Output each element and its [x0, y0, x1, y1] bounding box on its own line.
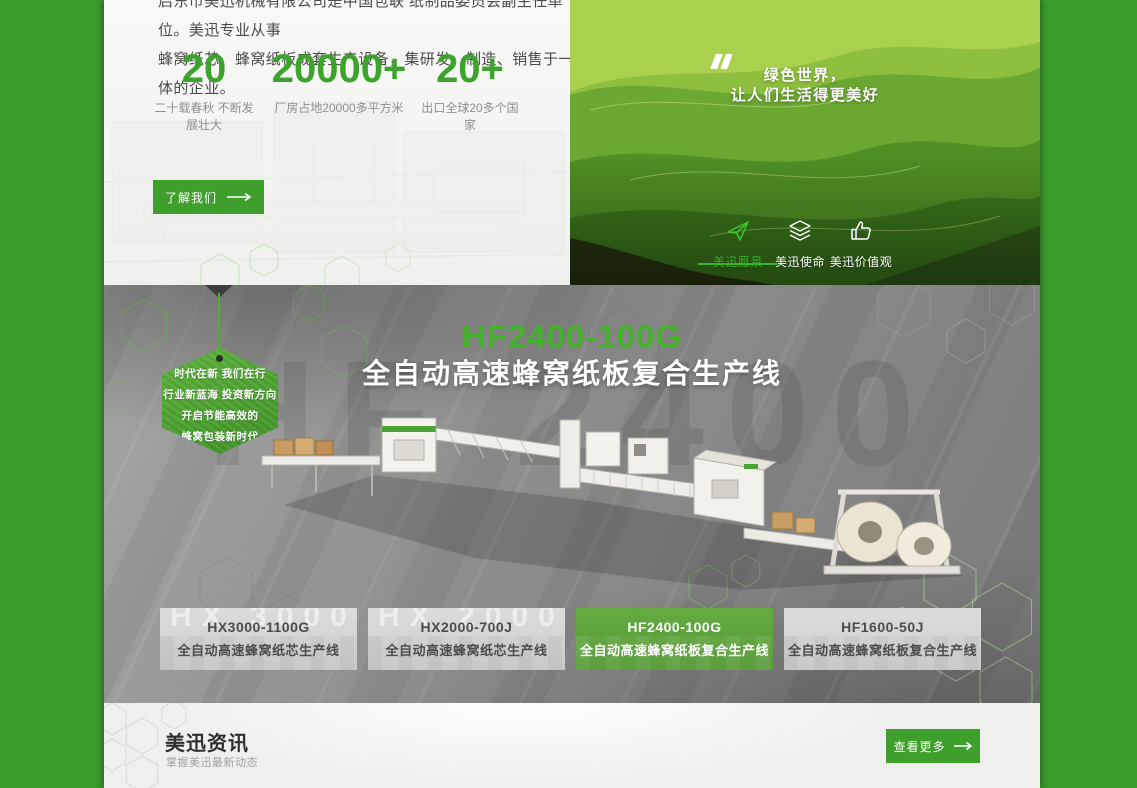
- card-model: HX3000-1100G: [207, 619, 310, 635]
- learn-more-label: 了解我们: [165, 189, 217, 206]
- view-more-button[interactable]: 查看更多: [886, 729, 980, 763]
- card-model: HF2400-100G: [627, 619, 721, 635]
- badge-line-2: 行业新蓝海 投资新方向: [163, 387, 276, 402]
- badge-line-1: 时代在新 我们在行: [174, 366, 265, 381]
- product-card-hx2000[interactable]: HX 2000 HX2000-700J 全自动高速蜂窝纸芯生产线: [368, 608, 565, 670]
- slogan-line-2: 让人们生活得更美好: [688, 86, 922, 106]
- product-model-heading: HF2400-100G: [104, 318, 1040, 356]
- card-model: HF1600-50J: [841, 619, 924, 635]
- company-intro-panel: 启东市美迅机械有限公司是中国包联 纸制品委员会副主任单位。美迅专业从事 蜂窝纸芯…: [104, 0, 570, 285]
- card-model: HX2000-700J: [421, 619, 513, 635]
- stat-countries-value: 20+: [414, 46, 526, 92]
- page-content: 启东市美迅机械有限公司是中国包联 纸制品委员会副主任单位。美迅专业从事 蜂窝纸芯…: [104, 0, 1040, 788]
- learn-more-button[interactable]: 了解我们: [153, 180, 264, 214]
- products-section: HF 2400 时代在新 我们在行 行业新蓝海 投资新方向 开启节能高效的 蜂窝…: [104, 285, 1040, 703]
- news-section: 美迅资讯 掌握美迅最新动态 查看更多: [104, 703, 1040, 788]
- tab-values-label: 美迅价值观: [824, 253, 898, 270]
- news-subtitle: 掌握美迅最新动态: [166, 754, 258, 770]
- green-hills-banner: 绿色世界， 让人们生活得更美好 美迅愿景: [570, 0, 1040, 285]
- production-line-illustration: [224, 380, 984, 600]
- stat-area-value: 20000+: [264, 46, 414, 92]
- card-name: 全自动高速蜂窝纸板复合生产线: [580, 640, 769, 659]
- active-tab-underline: [698, 263, 778, 265]
- paper-plane-icon: [726, 219, 750, 243]
- product-card-hf1600[interactable]: HF1600-50J 全自动高速蜂窝纸板复合生产线: [784, 608, 981, 670]
- layers-icon: [788, 219, 812, 243]
- arrow-right-icon: [226, 192, 252, 202]
- stat-countries: 20+ 出口全球20多个国家: [414, 46, 526, 134]
- stat-years-label: 二十载春秋 不断发展壮大: [153, 100, 255, 134]
- stat-area-label: 厂房占地20000多平方米: [264, 100, 414, 117]
- stat-years: 20 二十载春秋 不断发展壮大: [145, 46, 263, 134]
- product-card-hf2400-active[interactable]: HF2400-100G 全自动高速蜂窝纸板复合生产线: [576, 608, 773, 670]
- news-title: 美迅资讯: [165, 727, 249, 756]
- badge-line-3: 开启节能高效的: [182, 408, 259, 423]
- card-name: 全自动高速蜂窝纸芯生产线: [385, 640, 547, 659]
- card-name: 全自动高速蜂窝纸板复合生产线: [788, 640, 977, 659]
- badge-dot: [216, 355, 223, 362]
- hexagon-pattern-decoration: [190, 244, 440, 285]
- product-card-hx3000[interactable]: HX 3000 HX3000-1100G 全自动高速蜂窝纸芯生产线: [160, 608, 357, 670]
- hero-section: 启东市美迅机械有限公司是中国包联 纸制品委员会副主任单位。美迅专业从事 蜂窝纸芯…: [104, 0, 1040, 285]
- slogan-line-1: 绿色世界，: [688, 66, 922, 86]
- arrow-right-icon: [953, 741, 973, 751]
- tab-values[interactable]: 美迅价值观: [824, 219, 898, 270]
- card-name: 全自动高速蜂窝纸芯生产线: [177, 640, 339, 659]
- stat-years-value: 20: [145, 46, 263, 92]
- stat-area: 20000+ 厂房占地20000多平方米: [264, 46, 414, 117]
- slogan: 绿色世界， 让人们生活得更美好: [688, 66, 922, 106]
- thumbs-up-icon: [849, 219, 873, 243]
- view-more-label: 查看更多: [893, 738, 945, 755]
- stat-countries-label: 出口全球20多个国家: [418, 100, 522, 134]
- intro-line-1: 启东市美迅机械有限公司是中国包联 纸制品委员会副主任单位。美迅专业从事: [158, 0, 570, 45]
